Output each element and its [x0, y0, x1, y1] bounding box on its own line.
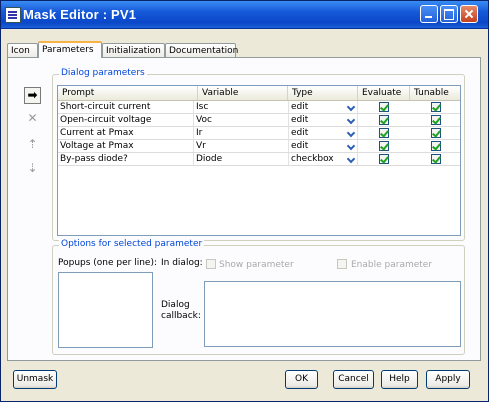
prompt-cell[interactable]: Voltage at Pmax: [58, 140, 194, 152]
tab-initialization[interactable]: Initialization: [102, 43, 165, 57]
table-row[interactable]: Current at Pmax Ir edit: [58, 127, 460, 140]
table-row[interactable]: By-pass diode? Diode checkbox: [58, 153, 460, 166]
mask-editor-icon: [5, 7, 21, 23]
add-parameter-icon[interactable]: ➡: [24, 87, 41, 104]
column-header-prompt[interactable]: Prompt: [58, 86, 198, 100]
delete-parameter-icon[interactable]: ✕: [24, 111, 41, 128]
maximize-button[interactable]: [440, 5, 458, 23]
column-header-type[interactable]: Type: [288, 86, 358, 100]
prompt-cell[interactable]: Short-circuit current: [58, 101, 194, 113]
prompt-cell[interactable]: Open-circuit voltage: [58, 114, 194, 126]
move-up-icon[interactable]: ⇡: [24, 137, 41, 154]
tab-parameters[interactable]: Parameters: [38, 41, 102, 58]
tunable-checkbox[interactable]: [431, 141, 441, 151]
column-header-variable[interactable]: Variable: [198, 86, 288, 100]
tab-documentation[interactable]: Documentation: [165, 43, 238, 57]
dialog-parameters-title: Dialog parameters: [59, 68, 147, 78]
show-parameter-label: Show parameter: [219, 260, 294, 270]
cancel-button[interactable]: Cancel: [333, 370, 374, 389]
help-button[interactable]: Help: [381, 370, 418, 389]
move-down-icon[interactable]: ⇣: [24, 161, 41, 178]
minimize-button[interactable]: [420, 5, 438, 23]
evaluate-checkbox[interactable]: [379, 154, 389, 164]
column-header-evaluate[interactable]: Evaluate: [358, 86, 410, 100]
show-parameter-checkbox[interactable]: [206, 259, 216, 269]
tunable-checkbox[interactable]: [431, 102, 441, 112]
parameters-table[interactable]: Prompt Variable Type Evaluate Tunable Sh…: [57, 85, 461, 236]
evaluate-checkbox[interactable]: [379, 102, 389, 112]
unmask-button[interactable]: Unmask: [13, 370, 57, 389]
prompt-cell[interactable]: Current at Pmax: [58, 127, 194, 139]
popups-textbox[interactable]: [58, 272, 153, 348]
tunable-checkbox[interactable]: [431, 154, 441, 164]
mask-editor-window: Mask Editor : PV1 Icon Parameters Initia…: [0, 0, 489, 402]
tunable-checkbox[interactable]: [431, 115, 441, 125]
table-row[interactable]: Open-circuit voltage Voc edit: [58, 114, 460, 127]
dialog-callback-label-1: Dialog: [161, 300, 190, 310]
dialog-callback-label-2: callback:: [161, 311, 201, 321]
variable-cell[interactable]: Diode: [194, 153, 289, 165]
in-dialog-label: In dialog:: [161, 258, 203, 268]
table-row[interactable]: Voltage at Pmax Vr edit: [58, 140, 460, 153]
window-title: Mask Editor : PV1: [23, 7, 137, 22]
chevron-down-icon[interactable]: [347, 102, 356, 111]
tunable-checkbox[interactable]: [431, 128, 441, 138]
popups-label: Popups (one per line):: [58, 258, 158, 268]
column-header-tunable[interactable]: Tunable: [410, 86, 460, 100]
ok-button[interactable]: OK: [285, 370, 318, 389]
variable-cell[interactable]: Ir: [194, 127, 289, 139]
prompt-cell[interactable]: By-pass diode?: [58, 153, 194, 165]
table-header: Prompt Variable Type Evaluate Tunable: [58, 86, 460, 101]
table-row[interactable]: Short-circuit current Isc edit: [58, 101, 460, 114]
title-bar[interactable]: Mask Editor : PV1: [1, 1, 488, 29]
variable-cell[interactable]: Isc: [194, 101, 289, 113]
evaluate-checkbox[interactable]: [379, 141, 389, 151]
chevron-down-icon[interactable]: [347, 154, 356, 163]
variable-cell[interactable]: Voc: [194, 114, 289, 126]
apply-button[interactable]: Apply: [426, 370, 470, 389]
evaluate-checkbox[interactable]: [379, 128, 389, 138]
enable-parameter-checkbox[interactable]: [337, 259, 347, 269]
variable-cell[interactable]: Vr: [194, 140, 289, 152]
enable-parameter-label: Enable parameter: [351, 260, 433, 270]
tab-icon[interactable]: Icon: [7, 43, 38, 57]
options-title: Options for selected parameter: [59, 239, 205, 249]
evaluate-checkbox[interactable]: [379, 115, 389, 125]
chevron-down-icon[interactable]: [347, 141, 356, 150]
chevron-down-icon[interactable]: [347, 128, 356, 137]
dialog-callback-textbox[interactable]: [204, 281, 461, 347]
close-button[interactable]: [460, 5, 478, 23]
chevron-down-icon[interactable]: [347, 115, 356, 124]
